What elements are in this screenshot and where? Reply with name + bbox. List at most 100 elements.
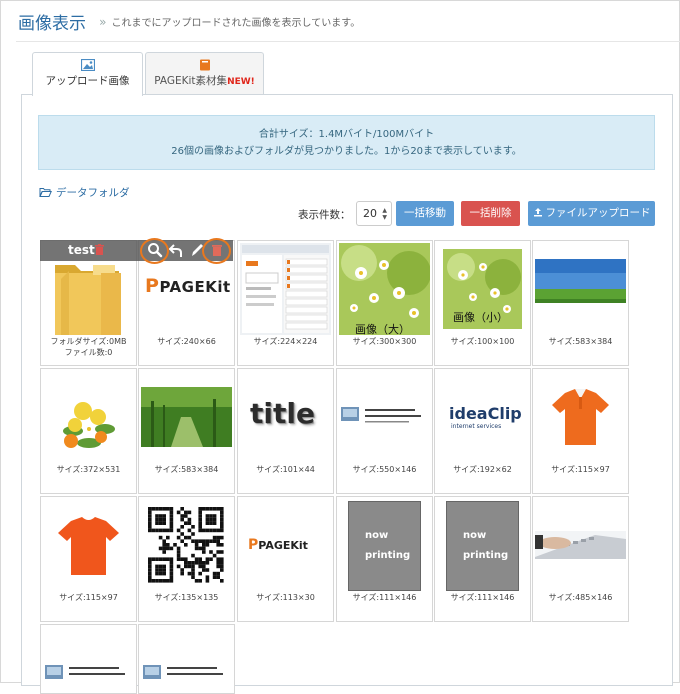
grid-item-image[interactable]: 画像（小） サイズ:100×100 <box>434 240 531 366</box>
tab-pagekit-materials[interactable]: PAGEKit素材集NEW! <box>145 52 264 95</box>
grid-item-caption: サイズ:111×146 <box>352 593 417 602</box>
now-printing-placeholder: now printing <box>348 501 421 591</box>
grid-item-image[interactable]: サイズ:583×384 <box>532 240 629 366</box>
ideaclip-logo-subtitle: internet services <box>451 423 502 430</box>
image-icon <box>80 59 95 71</box>
image-thumbnail <box>535 371 626 463</box>
bulk-move-button[interactable]: 一括移動 <box>396 201 454 226</box>
grid-item-image[interactable]: サイズ:115×97 <box>40 496 137 622</box>
per-page-value: 20 <box>363 207 377 220</box>
image-thumbnail <box>535 499 626 591</box>
file-upload-label: ファイルアップロード <box>545 207 651 219</box>
book-icon <box>199 59 210 71</box>
upload-icon <box>533 208 542 217</box>
grid-item-image[interactable] <box>40 624 137 694</box>
per-page-select[interactable]: 20 ▲ ▼ <box>356 201 392 226</box>
forest-photo <box>141 387 232 447</box>
tab-uploaded-images[interactable]: アップロード画像 <box>32 52 143 96</box>
image-overlay-label: 画像（小） <box>453 311 508 324</box>
folder-open-icon <box>39 188 52 197</box>
image-thumbnail <box>141 371 232 463</box>
polo-shirt-photo <box>552 389 609 445</box>
banner-graphic <box>141 661 232 683</box>
grid-item-image[interactable]: サイズ:485×146 <box>532 496 629 622</box>
image-thumbnail: 画像（大） <box>339 243 430 335</box>
new-badge: NEW! <box>227 77 255 87</box>
now-printing-placeholder: now printing <box>446 501 519 591</box>
grid-item-image[interactable]: ideaClip internet services サイズ:192×62 <box>434 368 531 494</box>
logo-text: PAGEKit <box>159 278 231 296</box>
info-alert: 合計サイズ：1.4Mバイト/100Mバイト 26個の画像およびフォルダが見つかり… <box>38 115 655 170</box>
page-header: 画像表示 » これまでにアップロードされた画像を表示しています。 <box>18 9 361 34</box>
bulk-delete-button[interactable]: 一括削除 <box>461 201 520 226</box>
grid-item-caption: サイズ:583×384 <box>548 337 613 346</box>
page-subtitle: これまでにアップロードされた画像を表示しています。 <box>111 18 361 29</box>
bouquet-photo <box>63 398 115 448</box>
data-folder-link[interactable]: データフォルダ <box>39 185 130 200</box>
grid-item-image[interactable]: PPAGEKit サイズ:113×30 <box>237 496 334 622</box>
image-thumbnail: ideaClip internet services <box>437 371 528 463</box>
grid-item-caption: サイズ:111×146 <box>450 593 515 602</box>
image-thumbnail <box>339 371 430 463</box>
image-thumbnail: now printing <box>339 499 430 591</box>
qr-code-graphic <box>148 507 224 583</box>
result-count-text: 26個の画像およびフォルダが見つかりました。1から20まで表示しています。 <box>171 146 522 157</box>
move-back-icon[interactable] <box>169 242 183 258</box>
screenshot-thumbnail-graphic <box>240 243 331 335</box>
grid-item-caption: サイズ:372×531 <box>56 465 121 474</box>
image-thumbnail <box>43 499 134 591</box>
file-upload-button[interactable]: ファイルアップロード <box>528 201 655 226</box>
banner-graphic <box>43 661 134 683</box>
image-thumbnail: 画像（小） <box>437 243 528 335</box>
grid-item-caption: サイズ:135×135 <box>154 593 219 602</box>
select-arrows-icon: ▲ ▼ <box>382 207 387 221</box>
grid-item-caption: サイズ:300×300 <box>352 337 417 346</box>
grid-item-image[interactable]: now printing サイズ:111×146 <box>434 496 531 622</box>
image-thumbnail: PPAGEKit <box>240 499 331 591</box>
grid-item-caption: サイズ:100×100 <box>450 337 515 346</box>
grid-item-image[interactable]: サイズ:372×531 <box>40 368 137 494</box>
banner-graphic <box>339 403 430 427</box>
total-size-text: 合計サイズ：1.4Mバイト/100Mバイト <box>258 129 435 140</box>
landscape-photo <box>535 259 626 303</box>
grid-item-caption: サイズ:115×97 <box>59 593 118 602</box>
trash-icon[interactable] <box>95 244 104 255</box>
grid-item-caption: サイズ:583×384 <box>154 465 219 474</box>
grid-item-caption: サイズ:192×62 <box>453 465 512 474</box>
image-thumbnail: now printing <box>437 499 528 591</box>
grid-item-caption: サイズ:113×30 <box>256 593 315 602</box>
grid-item-image[interactable]: now printing サイズ:111×146 <box>336 496 433 622</box>
grid-item-caption: フォルダサイズ:0MB ファイル数:0 <box>50 337 127 357</box>
page-title: 画像表示 <box>18 14 86 34</box>
grid-item-image[interactable]: サイズ:224×224 <box>237 240 334 366</box>
folder-name-label: test <box>68 243 95 257</box>
grid-item-caption: サイズ:101×44 <box>256 465 315 474</box>
logo-letter-accent: P <box>248 537 259 553</box>
image-overlay-label: 画像（大） <box>355 323 410 335</box>
tshirt-photo <box>58 517 119 575</box>
grid-item-image[interactable]: サイズ:550×146 <box>336 368 433 494</box>
grid-item-image[interactable]: 画像（大） サイズ:300×300 <box>336 240 433 366</box>
grid-item-caption: サイズ:224×224 <box>253 337 318 346</box>
image-thumbnail <box>535 243 626 335</box>
grid-item-image[interactable]: サイズ:135×135 <box>138 496 235 622</box>
image-thumbnail <box>43 371 134 463</box>
header-divider <box>16 41 680 42</box>
grid-item-caption: サイズ:550×146 <box>352 465 417 474</box>
grid-item-caption: サイズ:240×66 <box>157 337 216 346</box>
grid-item-image[interactable]: サイズ:115×97 <box>532 368 629 494</box>
per-page-label: 表示件数： <box>298 209 351 221</box>
tab-pagekit-materials-label: PAGEKit素材集 <box>154 75 228 87</box>
grid-item-image[interactable]: title サイズ:101×44 <box>237 368 334 494</box>
highlight-ring-delete <box>202 238 231 264</box>
data-folder-label: データフォルダ <box>56 187 130 199</box>
image-thumbnail <box>141 499 232 591</box>
grid-item-image[interactable] <box>138 624 235 694</box>
keyboard-photo <box>535 531 626 559</box>
tab-uploaded-images-label: アップロード画像 <box>45 75 130 87</box>
image-thumbnail: title <box>240 371 331 463</box>
ideaclip-logo-text: ideaClip <box>449 404 522 423</box>
highlight-ring-zoom <box>140 238 169 264</box>
grid-item-image[interactable]: サイズ:583×384 <box>138 368 235 494</box>
image-thumbnail <box>141 627 232 693</box>
